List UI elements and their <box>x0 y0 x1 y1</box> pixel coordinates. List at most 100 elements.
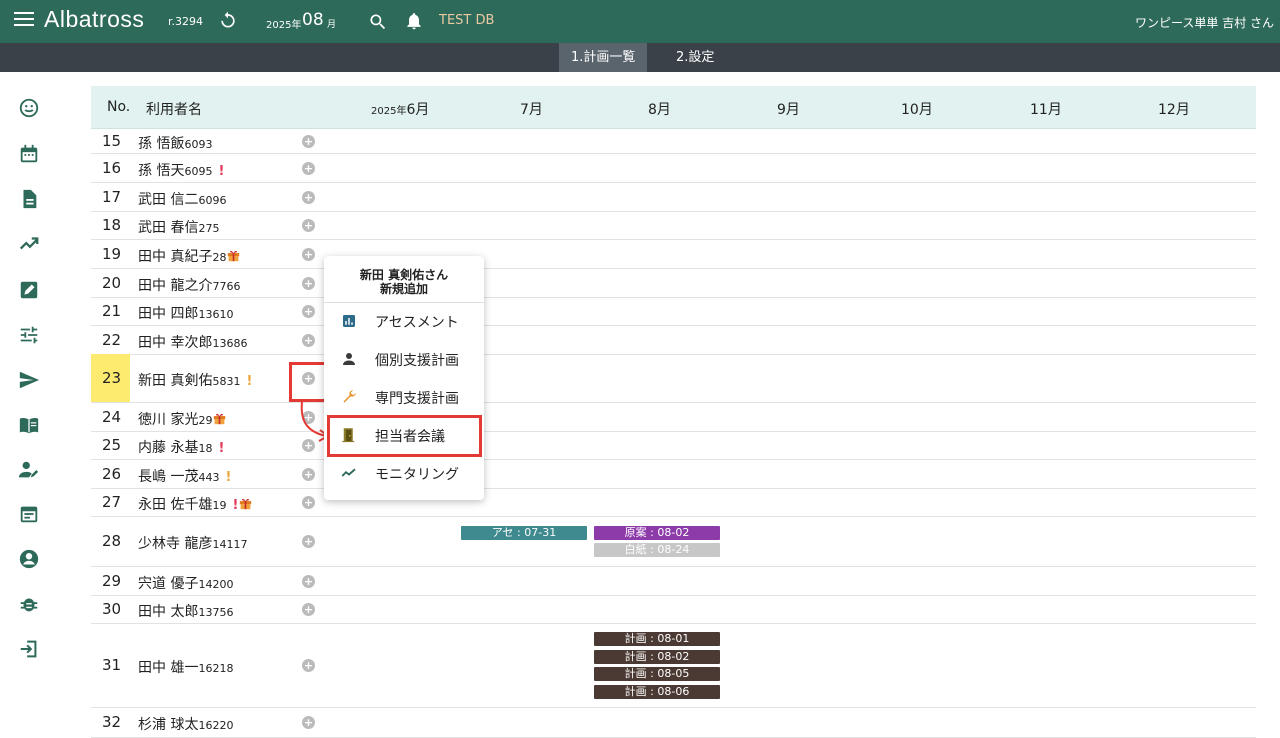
col-name: 利用者名 <box>146 102 202 118</box>
row-number: 28 <box>102 532 122 550</box>
user-label[interactable]: ワンピース単単 吉村 さん <box>1135 14 1274 31</box>
trending-icon <box>341 468 356 477</box>
app-brand[interactable]: Albatross <box>44 6 144 33</box>
menu-item-assessment[interactable]: アセスメント <box>324 302 484 340</box>
month-unit: 月 <box>327 20 337 30</box>
add-plan-button[interactable]: + <box>302 161 315 175</box>
table-row: 27 永田 佐千雄19! + <box>91 488 1256 517</box>
add-plan-button[interactable]: + <box>302 574 315 588</box>
table-row: 29 宍道 優子14200 + <box>91 567 1256 596</box>
add-plan-button[interactable]: + <box>302 276 315 290</box>
edit-icon[interactable] <box>18 279 40 301</box>
user-id: 19 <box>212 498 227 512</box>
col-month-first-label: 6月 <box>406 102 430 118</box>
user-name[interactable]: 新田 真剣佑5831! <box>138 370 252 390</box>
tag-plan[interactable]: 計画 : 08-02 <box>594 650 720 664</box>
user-name[interactable]: 田中 龍之介7766 <box>138 275 240 295</box>
add-plan-button[interactable]: + <box>302 659 315 672</box>
user-name[interactable]: 武田 春信275 <box>138 217 219 237</box>
user-name[interactable]: 徳川 家光29 <box>138 409 226 429</box>
menu-item-label: 個別支援計画 <box>375 353 459 369</box>
search-icon[interactable] <box>368 12 388 32</box>
add-plan-button[interactable]: + <box>302 495 315 509</box>
table-row: 16 孫 悟天6095! + <box>91 154 1256 183</box>
user-name[interactable]: 少林寺 龍彦14117 <box>138 533 247 553</box>
tag-assessment[interactable]: アセ : 07-31 <box>461 526 587 540</box>
user-name[interactable]: 長嶋 一茂443! <box>138 466 231 486</box>
user-name-text: 杉浦 球太 <box>138 717 199 733</box>
user-name-text: 田中 太郎 <box>138 603 199 620</box>
month-value[interactable]: 08 <box>302 10 324 30</box>
trending-up-icon[interactable] <box>18 233 40 255</box>
tag-plan[interactable]: 計画 : 08-05 <box>594 667 720 681</box>
bell-icon[interactable] <box>404 11 424 31</box>
refresh-icon[interactable] <box>218 10 238 30</box>
row-number: 29 <box>102 571 122 590</box>
logout-icon[interactable] <box>18 638 40 660</box>
user-name[interactable]: 田中 真紀子28 <box>138 246 240 266</box>
account-circle-icon[interactable] <box>18 548 40 570</box>
user-name[interactable]: 宍道 優子14200 <box>138 573 233 593</box>
user-name-text: 徳川 家光 <box>138 411 199 428</box>
event-icon[interactable] <box>18 503 40 525</box>
add-plan-button[interactable]: + <box>302 247 315 261</box>
user-name[interactable]: 杉浦 球太16220 <box>138 714 233 734</box>
tag-plan[interactable]: 計画 : 08-06 <box>594 685 720 699</box>
user-name[interactable]: 武田 信二6096 <box>138 189 226 209</box>
user-name[interactable]: 田中 幸次郎13686 <box>138 332 247 352</box>
document-icon[interactable] <box>18 188 40 210</box>
col-month: 12月 <box>1158 102 1190 118</box>
col-month: 10月 <box>901 102 933 118</box>
tag-plan[interactable]: 計画 : 08-01 <box>594 632 720 646</box>
user-name[interactable]: 永田 佐千雄19! <box>138 494 252 514</box>
add-plan-button[interactable]: + <box>302 333 315 347</box>
tab-plan-list[interactable]: 1.計画一覧 <box>559 43 648 72</box>
add-plan-button[interactable]: + <box>302 218 315 232</box>
row-number: 18 <box>102 215 122 234</box>
bug-icon[interactable] <box>18 593 40 615</box>
tag-blank[interactable]: 白紙 : 08-24 <box>594 543 720 557</box>
user-id: 16220 <box>198 719 234 732</box>
add-plan-button[interactable]: + <box>302 190 315 204</box>
add-plan-button[interactable]: + <box>302 304 315 318</box>
user-name[interactable]: 田中 雄一16218 <box>138 657 233 677</box>
user-id: 14200 <box>198 577 234 591</box>
user-id: 13686 <box>212 336 248 350</box>
user-name-text: 孫 悟天 <box>138 162 185 179</box>
alert-icon: ! <box>218 440 225 456</box>
row-number: 21 <box>102 301 122 320</box>
menu-icon[interactable] <box>14 12 34 28</box>
send-icon[interactable] <box>18 369 40 391</box>
table-row: 19 田中 真紀子28 + <box>91 240 1256 269</box>
add-plan-button[interactable]: + <box>302 716 315 729</box>
popup-title: 新田 真剣佑さん 新規追加 <box>324 268 484 296</box>
menu-item-specialist-plan[interactable]: 専門支援計画 <box>324 378 484 416</box>
smiley-icon[interactable] <box>18 97 40 119</box>
tune-icon[interactable] <box>18 324 40 346</box>
user-name[interactable]: 孫 悟飯6093 <box>138 133 212 153</box>
user-name[interactable]: 田中 太郎13756 <box>138 601 233 621</box>
menu-highlight-box <box>327 415 482 457</box>
book-icon[interactable] <box>18 414 40 436</box>
menu-item-individual-plan[interactable]: 個別支援計画 <box>324 340 484 378</box>
add-plan-button[interactable]: + <box>302 602 315 616</box>
user-name-text: 武田 信二 <box>138 191 199 208</box>
user-name[interactable]: 田中 四郎13610 <box>138 303 233 323</box>
person-icon <box>343 353 355 365</box>
add-plan-button[interactable]: + <box>302 535 315 548</box>
add-menu-popup: 新田 真剣佑さん 新規追加 アセスメント 個別支援計画 専門支援計画 担当者会議… <box>324 256 484 500</box>
table-row: 21 田中 四郎13610 + <box>91 297 1256 326</box>
user-id: 13756 <box>198 605 234 619</box>
table-row: 30 田中 太郎13756 + <box>91 595 1256 624</box>
user-edit-icon[interactable] <box>18 459 40 481</box>
user-name-text: 孫 悟飯 <box>138 135 185 152</box>
add-plan-button[interactable]: + <box>302 467 315 481</box>
tag-draft[interactable]: 原案 : 08-02 <box>594 526 720 540</box>
calendar-icon[interactable] <box>18 143 40 165</box>
user-name[interactable]: 孫 悟天6095! <box>138 160 224 180</box>
alert-icon: ! <box>232 497 239 513</box>
user-name[interactable]: 内藤 永基18! <box>138 437 224 457</box>
add-plan-button[interactable]: + <box>302 134 315 148</box>
tab-settings[interactable]: 2.設定 <box>664 43 726 72</box>
menu-item-monitoring[interactable]: モニタリング <box>324 454 484 492</box>
